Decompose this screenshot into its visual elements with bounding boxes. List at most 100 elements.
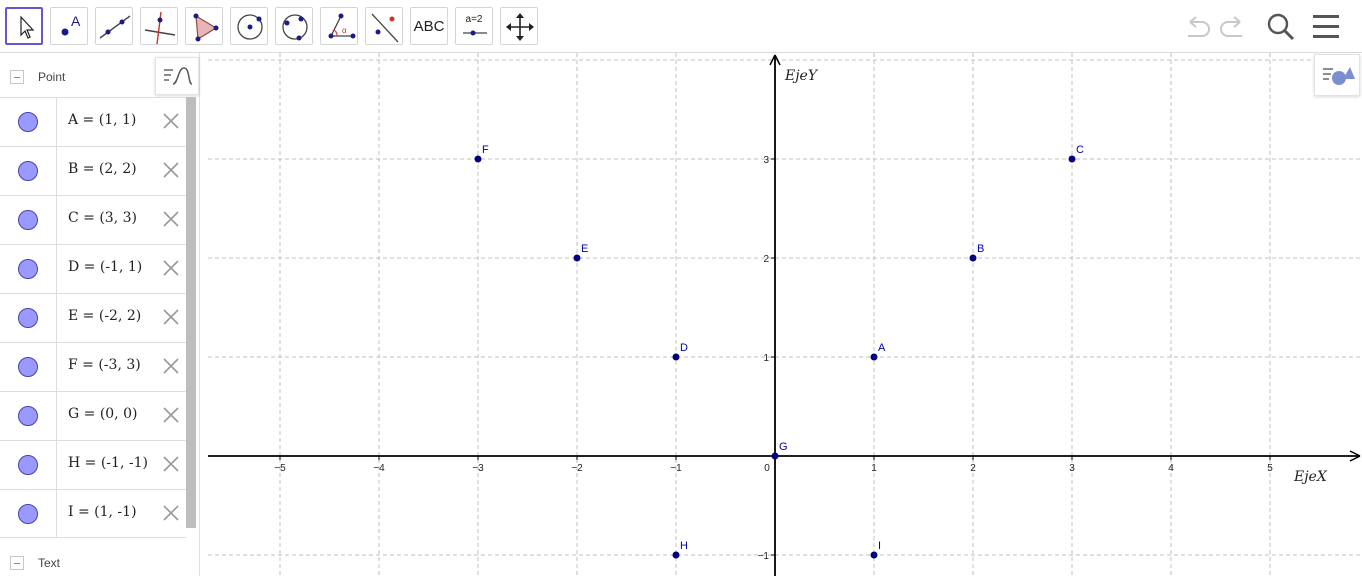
- undo-button[interactable]: [1182, 12, 1212, 47]
- visibility-toggle[interactable]: [18, 455, 38, 475]
- point-I[interactable]: [870, 551, 878, 559]
- visibility-cell: [0, 441, 57, 489]
- y-tick-label: 1: [763, 353, 769, 364]
- algebra-item[interactable]: C = (3, 3): [0, 195, 186, 244]
- visibility-toggle[interactable]: [18, 357, 38, 377]
- point-F[interactable]: [474, 155, 482, 163]
- circle-center-tool-button[interactable]: [230, 7, 268, 45]
- visibility-toggle[interactable]: [18, 210, 38, 230]
- point-label: F: [482, 144, 489, 156]
- x-tick-label: 0: [764, 463, 770, 474]
- visibility-toggle[interactable]: [18, 259, 38, 279]
- point-H[interactable]: [672, 551, 680, 559]
- visibility-toggle[interactable]: [18, 406, 38, 426]
- point-B[interactable]: [969, 254, 977, 262]
- y-tick-label: 3: [763, 155, 769, 166]
- visibility-toggle[interactable]: [18, 161, 38, 181]
- graphics-canvas[interactable]: −5 −4 −3 −2 −1 0 1 2 3 4 5 3 2 1 −1 EjeX EjeY A B C D E F G H…: [208, 53, 1362, 576]
- algebra-expression[interactable]: G = (0, 0): [68, 406, 137, 422]
- visibility-toggle[interactable]: [18, 504, 38, 524]
- visibility-cell: [0, 392, 57, 440]
- line-icon: [99, 15, 131, 39]
- point-label: A: [878, 342, 886, 354]
- circle-three-points-tool-button[interactable]: [275, 7, 313, 45]
- search-button[interactable]: [1264, 10, 1298, 44]
- delete-icon[interactable]: [160, 208, 182, 230]
- algebra-scrollbar[interactable]: [186, 97, 196, 528]
- redo-icon: [1220, 16, 1242, 37]
- text-tool-label: ABC: [413, 17, 445, 35]
- algebra-expression[interactable]: H = (-1, -1): [68, 455, 148, 471]
- angle-tool-button[interactable]: α: [320, 7, 358, 45]
- x-tick-label: 4: [1168, 463, 1174, 474]
- line-tool-button[interactable]: [95, 7, 133, 45]
- delete-icon[interactable]: [160, 453, 182, 475]
- algebra-item[interactable]: D = (-1, 1): [0, 244, 186, 293]
- polygon-icon: [193, 13, 219, 42]
- point-tool-button[interactable]: A: [50, 7, 88, 45]
- delete-icon[interactable]: [160, 257, 182, 279]
- redo-button[interactable]: [1218, 12, 1248, 47]
- visibility-toggle[interactable]: [18, 112, 38, 132]
- y-tick-label: −1: [758, 551, 770, 562]
- delete-icon[interactable]: [160, 404, 182, 426]
- move-arrows-icon: [506, 13, 534, 41]
- collapse-icon[interactable]: [10, 556, 24, 570]
- delete-icon[interactable]: [160, 355, 182, 377]
- x-tick-label: 3: [1069, 463, 1075, 474]
- point-label: C: [1076, 144, 1084, 156]
- visibility-cell: [0, 294, 57, 342]
- point-label: G: [779, 441, 788, 453]
- x-tick-label: −5: [274, 463, 286, 474]
- visibility-cell: [0, 343, 57, 391]
- delete-icon[interactable]: [160, 110, 182, 132]
- algebra-expression[interactable]: E = (-2, 2): [68, 308, 141, 324]
- graphics-style-bar-toggle[interactable]: [1314, 54, 1360, 96]
- visibility-cell: [0, 196, 57, 244]
- point-D[interactable]: [672, 353, 680, 361]
- algebra-expression[interactable]: F = (-3, 3): [68, 357, 141, 373]
- move-tool-button[interactable]: [5, 7, 43, 45]
- search-icon: [1267, 13, 1295, 41]
- perpendicular-line-tool-button[interactable]: [140, 7, 178, 45]
- point-label: D: [680, 342, 688, 354]
- point-A[interactable]: [870, 353, 878, 361]
- point-E[interactable]: [573, 254, 581, 262]
- delete-icon[interactable]: [160, 502, 182, 524]
- algebra-expression[interactable]: D = (-1, 1): [68, 259, 142, 275]
- algebra-item[interactable]: G = (0, 0): [0, 391, 186, 440]
- algebra-expression[interactable]: I = (1, -1): [68, 504, 137, 520]
- delete-icon[interactable]: [160, 306, 182, 328]
- x-tick-label: −2: [571, 463, 583, 474]
- hamburger-menu-icon: [1313, 15, 1339, 38]
- circle-center-icon: [237, 14, 263, 40]
- slider-tool-button[interactable]: a=2: [455, 7, 493, 45]
- algebra-item[interactable]: I = (1, -1): [0, 489, 186, 538]
- collapse-icon[interactable]: [10, 70, 24, 84]
- undo-icon: [1188, 16, 1210, 37]
- delete-icon[interactable]: [160, 159, 182, 181]
- graphics-style-icon: [1323, 67, 1355, 85]
- toolbar: A α ABC a=2: [0, 0, 1362, 53]
- algebra-view-style-toggle[interactable]: [155, 57, 199, 95]
- move-graphics-view-tool-button[interactable]: [500, 7, 538, 45]
- algebra-expression[interactable]: C = (3, 3): [68, 210, 137, 226]
- visibility-toggle[interactable]: [18, 308, 38, 328]
- polygon-tool-button[interactable]: [185, 7, 223, 45]
- algebra-item[interactable]: B = (2, 2): [0, 146, 186, 195]
- point-label: B: [977, 243, 984, 255]
- algebra-item[interactable]: F = (-3, 3): [0, 342, 186, 391]
- point-label: H: [680, 540, 688, 552]
- algebra-item[interactable]: H = (-1, -1): [0, 440, 186, 489]
- algebra-expression[interactable]: A = (1, 1): [68, 112, 136, 128]
- point-C[interactable]: [1068, 155, 1076, 163]
- main-menu-button[interactable]: [1310, 10, 1344, 44]
- graphics-view[interactable]: −5 −4 −3 −2 −1 0 1 2 3 4 5 3 2 1 −1 EjeX EjeY A B C D E F G H…: [208, 53, 1362, 576]
- text-tool-button[interactable]: ABC: [410, 7, 448, 45]
- algebra-item[interactable]: A = (1, 1): [0, 97, 186, 146]
- algebra-description-icon: [164, 67, 193, 85]
- algebra-item[interactable]: E = (-2, 2): [0, 293, 186, 342]
- algebra-expression[interactable]: B = (2, 2): [68, 161, 137, 177]
- point-G[interactable]: [771, 452, 779, 460]
- reflect-tool-button[interactable]: [365, 7, 403, 45]
